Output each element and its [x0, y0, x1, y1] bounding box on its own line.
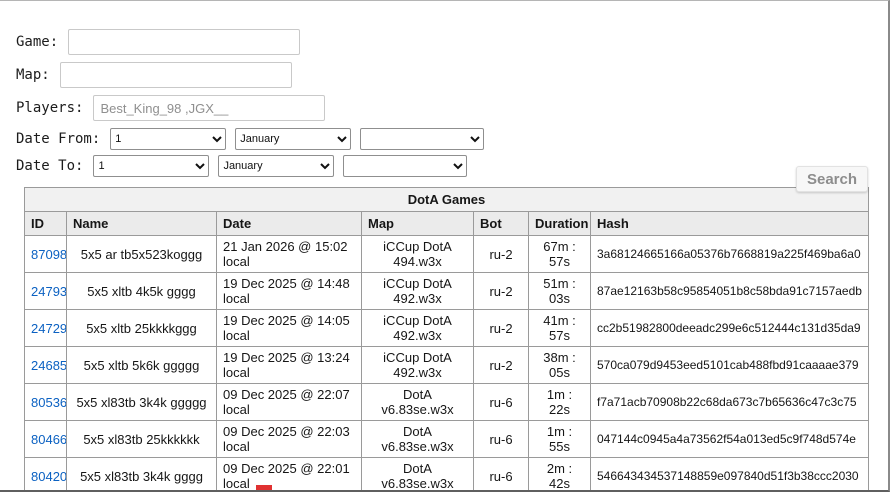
cell-bot: ru-6 — [474, 384, 529, 421]
map-row: Map: — [16, 62, 888, 88]
search-button[interactable]: Search — [796, 166, 868, 192]
cell-date: 19 Dec 2025 @ 13:24 local — [217, 347, 362, 384]
cell-name: 5x5 xl83tb 25kkkkkk — [67, 421, 217, 458]
cell-map: iCCup DotA 492.w3x — [362, 347, 474, 384]
date-to-row: Date To: 1 January — [16, 155, 888, 177]
cell-bot: ru-2 — [474, 273, 529, 310]
cell-date: 09 Dec 2025 @ 22:07 local — [217, 384, 362, 421]
column-header-id: ID — [25, 212, 67, 236]
cell-duration: 67m : 57s — [529, 236, 591, 273]
cell-id: 80466 — [25, 421, 67, 458]
column-header-duration: Duration — [529, 212, 591, 236]
game-id-link[interactable]: 80420 — [31, 469, 67, 484]
cell-date: 09 Dec 2025 @ 22:01 local — [217, 458, 362, 492]
cell-name: 5x5 xltb 5k6k ggggg — [67, 347, 217, 384]
cell-id: 247936 — [25, 273, 67, 310]
cell-bot: ru-6 — [474, 458, 529, 492]
cell-bot: ru-2 — [474, 347, 529, 384]
cell-map: DotA v6.83se.w3x — [362, 458, 474, 492]
cell-map: DotA v6.83se.w3x — [362, 421, 474, 458]
date-to-label: Date To: — [16, 158, 83, 174]
table-title-row: DotA Games — [25, 188, 869, 212]
cell-map: DotA v6.83se.w3x — [362, 384, 474, 421]
players-input[interactable] — [93, 95, 325, 121]
cell-bot: ru-2 — [474, 236, 529, 273]
cell-name: 5x5 xltb 4k5k gggg — [67, 273, 217, 310]
cell-duration: 41m : 57s — [529, 310, 591, 347]
game-id-link[interactable]: 247936 — [31, 284, 67, 299]
game-id-link[interactable]: 247296 — [31, 321, 67, 336]
cell-map: iCCup DotA 492.w3x — [362, 310, 474, 347]
game-id-link[interactable]: 870989 — [31, 247, 67, 262]
cell-duration: 51m : 03s — [529, 273, 591, 310]
column-header-name: Name — [67, 212, 217, 236]
cell-duration: 38m : 05s — [529, 347, 591, 384]
map-label: Map: — [16, 67, 50, 83]
date-from-label: Date From: — [16, 131, 100, 147]
cell-id: 80420 — [25, 458, 67, 492]
cell-hash: 87ae12163b58c95854051b8c58bda91c7157aedb — [591, 273, 869, 310]
map-input[interactable] — [60, 62, 292, 88]
cell-duration: 1m : 55s — [529, 421, 591, 458]
column-header-hash: Hash — [591, 212, 869, 236]
date-from-day-select[interactable]: 1 — [110, 128, 226, 150]
search-form: Game: Map: Players: Date From: 1 January… — [0, 1, 888, 177]
cell-date: 19 Dec 2025 @ 14:48 local — [217, 273, 362, 310]
cell-name: 5x5 xltb 25kkkkggg — [67, 310, 217, 347]
players-row: Players: — [16, 95, 888, 121]
cell-date: 21 Jan 2026 @ 15:02 local — [217, 236, 362, 273]
table-row: 8709895x5 ar tb5x523koggg21 Jan 2026 @ 1… — [25, 236, 869, 273]
column-header-date: Date — [217, 212, 362, 236]
date-to-month-select[interactable]: January — [218, 155, 334, 177]
cell-name: 5x5 xl83tb 3k4k gggg — [67, 458, 217, 492]
date-to-year-select[interactable] — [343, 155, 467, 177]
table-row: 805365x5 xl83tb 3k4k ggggg09 Dec 2025 @ … — [25, 384, 869, 421]
cell-hash: 047144c0945a4a73562f54a013ed5c9f748d574e — [591, 421, 869, 458]
cell-hash: cc2b51982800deeadc299e6c512444c131d35da9 — [591, 310, 869, 347]
cell-id: 80536 — [25, 384, 67, 421]
games-table: DotA Games IDNameDateMapBotDurationHash … — [24, 187, 869, 492]
table-row: 2479365x5 xltb 4k5k gggg19 Dec 2025 @ 14… — [25, 273, 869, 310]
cell-name: 5x5 ar tb5x523koggg — [67, 236, 217, 273]
cell-id: 247296 — [25, 310, 67, 347]
cell-date: 19 Dec 2025 @ 14:05 local — [217, 310, 362, 347]
date-to-day-select[interactable]: 1 — [93, 155, 209, 177]
table-header-row: IDNameDateMapBotDurationHash — [25, 212, 869, 236]
cell-hash: f7a71acb70908b22c68da673c7b65636c47c3c75 — [591, 384, 869, 421]
date-from-year-select[interactable] — [360, 128, 484, 150]
cell-map: iCCup DotA 492.w3x — [362, 273, 474, 310]
players-label: Players: — [16, 100, 83, 116]
date-from-row: Date From: 1 January — [16, 128, 888, 150]
table-row: 804665x5 xl83tb 25kkkkkk09 Dec 2025 @ 22… — [25, 421, 869, 458]
game-row: Game: — [16, 29, 888, 55]
game-label: Game: — [16, 34, 58, 50]
cell-duration: 2m : 42s — [529, 458, 591, 492]
cell-hash: 546643434537148859e097840d51f3b38ccc2030 — [591, 458, 869, 492]
game-input[interactable] — [68, 29, 300, 55]
table-row: 804205x5 xl83tb 3k4k gggg09 Dec 2025 @ 2… — [25, 458, 869, 492]
game-id-link[interactable]: 246854 — [31, 358, 67, 373]
table-row: 2468545x5 xltb 5k6k ggggg19 Dec 2025 @ 1… — [25, 347, 869, 384]
column-header-map: Map — [362, 212, 474, 236]
table-title: DotA Games — [25, 188, 869, 212]
red-bottom-marker — [256, 485, 272, 490]
cell-bot: ru-6 — [474, 421, 529, 458]
page: Game: Map: Players: Date From: 1 January… — [0, 0, 890, 492]
cell-duration: 1m : 22s — [529, 384, 591, 421]
cell-map: iCCup DotA 494.w3x — [362, 236, 474, 273]
cell-name: 5x5 xl83tb 3k4k ggggg — [67, 384, 217, 421]
cell-bot: ru-2 — [474, 310, 529, 347]
table-row: 2472965x5 xltb 25kkkkggg19 Dec 2025 @ 14… — [25, 310, 869, 347]
cell-hash: 570ca079d9453eed5101cab488fbd91caaaae379 — [591, 347, 869, 384]
cell-id: 246854 — [25, 347, 67, 384]
column-header-bot: Bot — [474, 212, 529, 236]
game-id-link[interactable]: 80536 — [31, 395, 67, 410]
cell-hash: 3a68124665166a05376b7668819a225f469ba6a0 — [591, 236, 869, 273]
date-from-month-select[interactable]: January — [235, 128, 351, 150]
cell-date: 09 Dec 2025 @ 22:03 local — [217, 421, 362, 458]
cell-id: 870989 — [25, 236, 67, 273]
game-id-link[interactable]: 80466 — [31, 432, 67, 447]
games-tbody: 8709895x5 ar tb5x523koggg21 Jan 2026 @ 1… — [25, 236, 869, 492]
